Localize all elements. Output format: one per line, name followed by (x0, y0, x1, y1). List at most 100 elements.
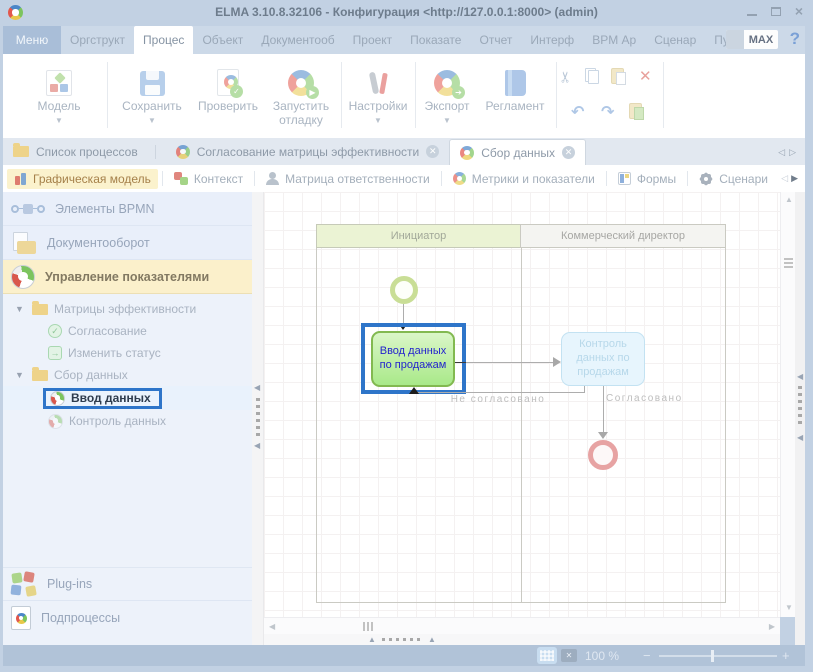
sidebar-section-indicator-management[interactable]: Управление показателями (3, 260, 252, 294)
horizontal-scrollbar[interactable]: ◀ ▶ (264, 617, 780, 634)
paste-icon[interactable] (611, 68, 624, 84)
sequence-flow-start[interactable] (403, 304, 404, 324)
collapse-left-icon[interactable]: ◀ (254, 384, 260, 392)
lane-header-initiator[interactable]: Инициатор (316, 224, 521, 248)
sidebar-section-docflow[interactable]: Документооборот (3, 226, 252, 260)
fit-to-window-icon[interactable]: ✕ (561, 649, 577, 662)
ribbon-tab-indicators[interactable]: Показате (401, 26, 470, 54)
debug-run-icon: ▶ (288, 60, 314, 96)
sequence-flow-to-control[interactable] (466, 362, 553, 363)
task-data-input[interactable]: Ввод данных по продажам (371, 331, 455, 387)
collapse-left-icon[interactable]: ◀ (254, 442, 260, 450)
model-button[interactable]: Модель ▼ (17, 60, 101, 125)
ribbon-tab-orgstruct[interactable]: Оргструкт (61, 26, 134, 54)
reject-flow[interactable] (414, 392, 585, 393)
arrowhead-icon (409, 387, 419, 394)
menu-button[interactable]: Меню (3, 26, 61, 54)
tree-item-data-control[interactable]: Контроль данных (3, 410, 252, 432)
tree-item-data-input-selected[interactable]: Ввод данных (3, 386, 252, 410)
tree-item-data-collection[interactable]: ▼ Сбор данных (3, 364, 252, 386)
undo-icon[interactable]: ↶ (571, 102, 584, 122)
horizontal-scroll-thumb[interactable] (363, 622, 375, 631)
export-button[interactable]: ➔ Экспорт ▼ (417, 60, 477, 125)
ribbon-tab-interface[interactable]: Интерф (521, 26, 583, 54)
check-button[interactable]: ✓ Проверить (195, 60, 261, 114)
sidebar-splitter[interactable]: ◀ ◀ (252, 192, 264, 645)
save-button[interactable]: Сохранить ▼ (113, 60, 191, 125)
sidebar-section-subprocesses[interactable]: Подпроцессы (3, 601, 252, 635)
tree-item-approval[interactable]: ✓ Согласование (3, 320, 252, 342)
redo-icon[interactable]: ↷ (601, 102, 614, 122)
scroll-right-icon[interactable]: ▶ (769, 623, 775, 631)
tree-item-efficiency-matrices[interactable]: ▼ Матрицы эффективности (3, 298, 252, 320)
zoom-slider-track[interactable] (659, 655, 777, 657)
view-tab-responsibility-matrix[interactable]: Матрица ответственности (259, 169, 437, 189)
tree-expand-icon[interactable]: ▼ (15, 370, 26, 380)
tab-scroll-arrows[interactable]: ◁▷ (778, 147, 800, 158)
tab-process-list[interactable]: Список процессов (3, 138, 166, 165)
splitter-drag-handle[interactable] (382, 638, 424, 641)
sidebar-section-plugins[interactable]: Plug-ins (3, 567, 252, 601)
close-tab-icon[interactable]: ✕ (426, 145, 439, 158)
ribbon-tab-process[interactable]: Процес (134, 26, 193, 54)
collapse-right-icon[interactable]: ◀ (797, 434, 803, 442)
cut-icon[interactable]: ✂ (559, 68, 572, 86)
accept-flow[interactable] (603, 386, 604, 437)
max-ribbon-toggle[interactable]: MAX (726, 30, 778, 49)
lane-header-commercial-director[interactable]: Коммерческий директор (520, 224, 726, 248)
splitter-drag-handle[interactable] (798, 386, 802, 426)
tree-expand-icon[interactable]: ▼ (15, 304, 26, 314)
metrics-icon (453, 172, 466, 185)
maximize-button-icon[interactable] (771, 7, 781, 16)
ribbon-tab-docflow[interactable]: Документооб (252, 26, 343, 54)
minimize-button-icon[interactable] (747, 14, 757, 16)
ribbon-tab-project[interactable]: Проект (344, 26, 402, 54)
copy-icon[interactable] (585, 68, 599, 84)
view-tab-scripts[interactable]: Сценари (692, 169, 775, 189)
run-debug-button[interactable]: ▶ Запустить отладку (265, 60, 337, 128)
zoom-out-button[interactable]: − (643, 648, 651, 663)
start-event[interactable] (390, 276, 418, 304)
save-icon (140, 60, 165, 96)
view-tab-metrics[interactable]: Метрики и показатели (446, 169, 602, 189)
end-event[interactable] (588, 440, 618, 470)
toolbar: Модель ▼ Сохранить ▼ ✓ Проверить ▶ Запус… (3, 54, 805, 138)
zoom-in-button[interactable]: + (782, 648, 790, 663)
window-title: ELMA 3.10.8.32106 - Конфигурация <http:/… (0, 5, 813, 19)
close-tab-icon[interactable]: ✕ (562, 146, 575, 159)
delete-icon[interactable]: ✕ (639, 67, 652, 85)
paste-special-icon[interactable] (629, 103, 642, 119)
view-tab-context[interactable]: Контекст (167, 169, 250, 189)
view-tab-scroll-arrows[interactable]: ◁▶ (781, 173, 801, 184)
ribbon-tab-scripts[interactable]: Сценар (645, 26, 705, 54)
tab-data-collection[interactable]: Сбор данных ✕ (449, 139, 586, 165)
vertical-scroll-thumb[interactable] (784, 258, 793, 270)
zoom-slider-thumb[interactable] (711, 650, 714, 662)
tree-item-change-status[interactable]: → Изменить статус (3, 342, 252, 364)
help-button[interactable]: ? (790, 29, 800, 49)
collapse-up-icon[interactable]: ▲ (368, 636, 376, 644)
scroll-up-icon[interactable]: ▲ (785, 196, 793, 204)
reglament-button[interactable]: Регламент (479, 60, 551, 114)
view-tab-forms[interactable]: Формы (611, 169, 683, 189)
lane-divider (521, 248, 522, 603)
scroll-down-icon[interactable]: ▼ (785, 604, 793, 612)
bottom-splitter[interactable]: ▲ ▲ (264, 634, 780, 645)
right-splitter[interactable]: ◀ ◀ (795, 192, 805, 645)
task-data-control[interactable]: Контроль данных по продажам (561, 332, 645, 386)
vertical-scrollbar[interactable]: ▲ ▼ (780, 192, 795, 617)
collapse-right-icon[interactable]: ◀ (797, 373, 803, 381)
ribbon-tab-report[interactable]: Отчет (470, 26, 521, 54)
settings-button[interactable]: Настройки ▼ (345, 60, 411, 125)
tab-matrix-approval[interactable]: Согласование матрицы эффективности ✕ (166, 138, 450, 165)
ribbon-tab-bpm-archive[interactable]: BPM Ар (583, 26, 645, 54)
splitter-drag-handle[interactable] (256, 398, 260, 438)
scroll-left-icon[interactable]: ◀ (269, 623, 275, 631)
grid-toggle-icon[interactable] (537, 647, 557, 664)
close-button-icon[interactable]: × (795, 6, 803, 16)
diagram-canvas[interactable]: Инициатор Коммерческий директор Ввод дан… (264, 192, 780, 617)
sidebar-section-bpmn-elements[interactable]: Элементы BPMN (3, 192, 252, 226)
collapse-up-icon[interactable]: ▲ (428, 636, 436, 644)
ribbon-tab-object[interactable]: Объект (193, 26, 252, 54)
view-tab-graphic-model[interactable]: Графическая модель (7, 169, 158, 189)
